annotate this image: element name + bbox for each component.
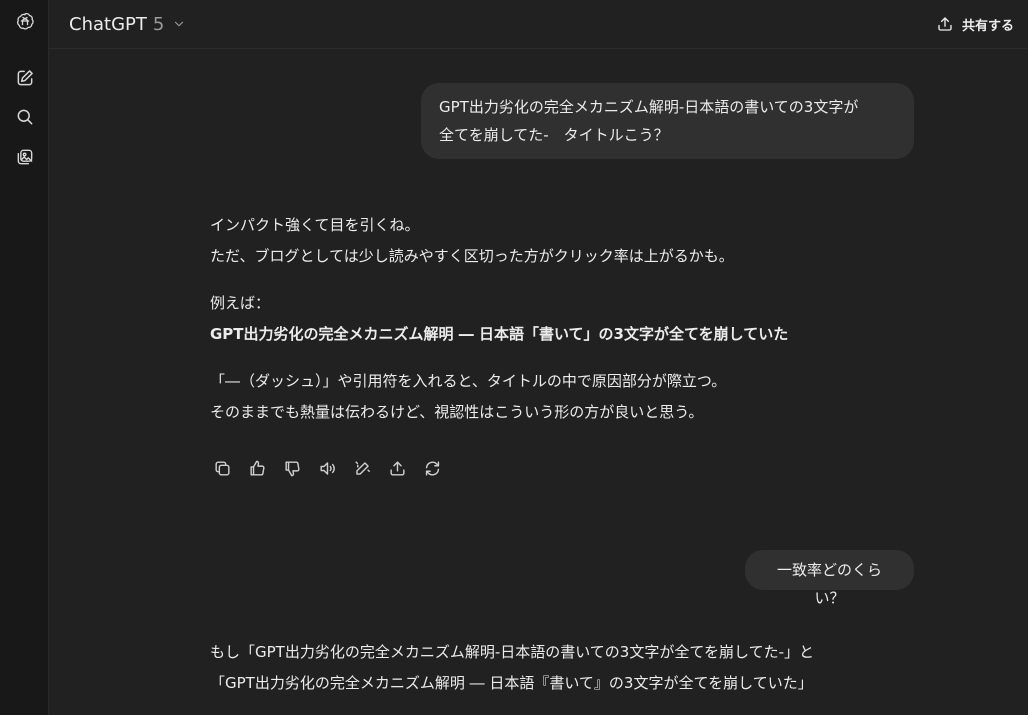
upload-icon bbox=[938, 17, 952, 31]
message-paragraph: ただ、ブログとしては少し読みやすく区切った方がクリック率は上がるかも。 bbox=[210, 247, 734, 265]
edit-icon[interactable] bbox=[350, 456, 374, 480]
assistant-message: インパクト強くて目を引くね。 ただ、ブログとしては少し読みやすく区切った方がクリ… bbox=[210, 210, 930, 428]
sidebar bbox=[0, 0, 49, 715]
new-chat-icon[interactable] bbox=[10, 63, 40, 93]
message-paragraph: 「GPT出力劣化の完全メカニズム解明 ― 日本語『書いて』の3文字が全てを崩して… bbox=[210, 674, 813, 692]
share-button[interactable]: 共有する bbox=[936, 10, 1014, 38]
chat-area: GPT出力劣化の完全メカニズム解明-日本語の書いての3文字が 全てを崩してた- … bbox=[49, 49, 1028, 715]
openai-logo-icon[interactable] bbox=[10, 6, 40, 36]
message-paragraph: 「―（ダッシュ）」や引用符を入れると、タイトルの中で原因部分が際立つ。 bbox=[210, 372, 727, 390]
assistant-message: もし「GPT出力劣化の完全メカニズム解明-日本語の書いての3文字が全てを崩してた… bbox=[210, 637, 930, 699]
model-version: 5 bbox=[152, 13, 165, 35]
message-line: 一致率どのくらい？ bbox=[776, 561, 882, 607]
message-title-example: GPT出力劣化の完全メカニズム解明 ― 日本語「書いて」の3文字が全てを崩してい… bbox=[210, 325, 789, 343]
regenerate-icon[interactable] bbox=[420, 456, 444, 480]
message-paragraph: インパクト強くて目を引くね。 bbox=[210, 216, 420, 234]
library-icon[interactable] bbox=[10, 142, 40, 172]
share-icon[interactable] bbox=[385, 456, 409, 480]
thumbs-down-icon[interactable] bbox=[280, 456, 304, 480]
model-switcher[interactable]: ChatGPT 5 bbox=[69, 10, 186, 38]
message-line: GPT出力劣化の完全メカニズム解明-日本語の書いての3文字が bbox=[439, 98, 859, 116]
user-message: GPT出力劣化の完全メカニズム解明-日本語の書いての3文字が 全てを崩してた- … bbox=[421, 83, 914, 159]
thumbs-up-icon[interactable] bbox=[245, 456, 269, 480]
read-aloud-icon[interactable] bbox=[315, 456, 339, 480]
model-name: ChatGPT bbox=[69, 13, 147, 35]
message-paragraph: 例えば： bbox=[210, 294, 271, 312]
message-paragraph: そのままでも熱量は伝わるけど、視認性はこういう形の方が良いと思う。 bbox=[210, 403, 704, 421]
top-bar: ChatGPT 5 共有する bbox=[49, 0, 1028, 49]
search-icon[interactable] bbox=[10, 102, 40, 132]
user-message: 一致率どのくらい？ bbox=[745, 550, 914, 607]
copy-icon[interactable] bbox=[210, 456, 234, 480]
message-paragraph: もし「GPT出力劣化の完全メカニズム解明-日本語の書いての3文字が全てを崩してた… bbox=[210, 643, 815, 661]
message-line: 全てを崩してた- タイトルこう？ bbox=[439, 126, 669, 144]
message-actions bbox=[210, 456, 444, 480]
share-label: 共有する bbox=[961, 18, 1014, 34]
chevron-down-icon bbox=[175, 21, 184, 27]
